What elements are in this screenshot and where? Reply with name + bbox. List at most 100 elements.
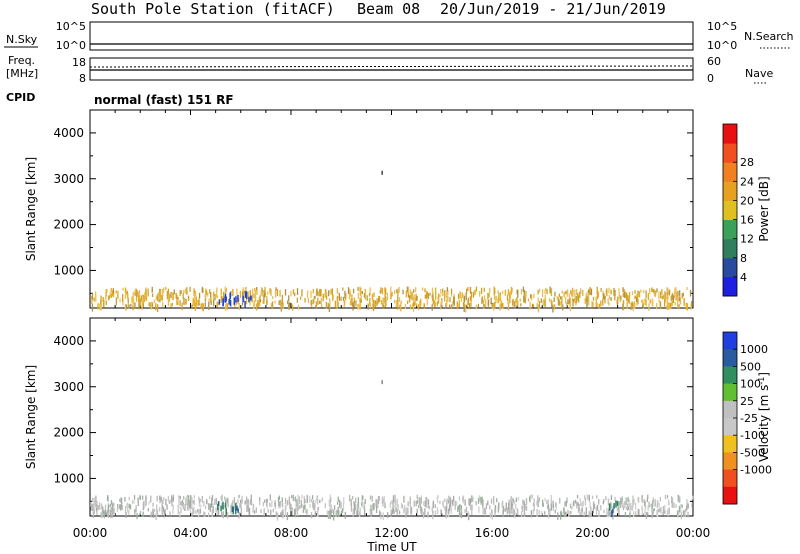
echo-point xyxy=(684,509,686,517)
nsky-label: N.Sky xyxy=(6,33,38,46)
echo-point xyxy=(616,507,618,512)
echo-point xyxy=(220,288,222,296)
echo-point xyxy=(631,302,634,307)
echo-point xyxy=(197,299,199,307)
echo-point xyxy=(163,287,165,293)
echo-point xyxy=(91,292,94,300)
echo-point xyxy=(666,300,668,304)
title-beam: Beam 08 xyxy=(357,0,420,18)
echo-point xyxy=(172,508,174,515)
echo-point xyxy=(208,495,211,500)
echo-point xyxy=(645,511,648,520)
echo-point xyxy=(668,507,670,514)
echo-point xyxy=(192,297,194,303)
strong-echo-point xyxy=(616,501,619,506)
echo-point xyxy=(472,291,475,298)
echo-point xyxy=(109,510,111,515)
echo-point xyxy=(665,292,667,300)
echo-point xyxy=(501,290,504,294)
echo-point xyxy=(340,502,342,508)
echo-point xyxy=(625,292,628,300)
echo-point xyxy=(658,299,660,303)
echo-point xyxy=(608,302,610,306)
echo-point xyxy=(630,302,632,310)
echo-point xyxy=(390,509,392,517)
x-tick-label: 00:00 xyxy=(73,526,108,540)
echo-point xyxy=(483,287,485,292)
echo-point xyxy=(660,507,662,514)
x-tick-label: 12:00 xyxy=(374,526,409,540)
echo-point xyxy=(144,292,146,297)
echo-point xyxy=(618,291,620,299)
echo-point xyxy=(406,300,409,305)
echo-point xyxy=(547,504,550,509)
power-panel-frame xyxy=(89,109,694,309)
echo-point xyxy=(186,287,188,295)
echo-point xyxy=(574,298,576,302)
echo-point xyxy=(507,289,510,296)
echo-point xyxy=(337,496,339,502)
echo-point xyxy=(624,503,626,509)
echo-point xyxy=(124,505,127,514)
echo-point xyxy=(274,502,276,508)
echo-point xyxy=(148,501,150,505)
x-axis-label: Time UT xyxy=(366,540,417,554)
echo-point xyxy=(441,291,444,297)
echo-point xyxy=(100,512,102,518)
echo-point xyxy=(240,507,242,514)
echo-point xyxy=(570,290,573,297)
echo-point xyxy=(550,495,552,502)
nsky-tick-lo: 10^0 xyxy=(56,39,86,52)
echo-point xyxy=(634,303,636,309)
echo-point xyxy=(425,503,428,508)
echo-point xyxy=(151,293,154,298)
colorbar-tick-label: 12 xyxy=(740,233,754,246)
strong-echo-point xyxy=(615,500,617,508)
echo-point xyxy=(511,497,513,502)
echo-point xyxy=(329,509,331,518)
colorbar-segment xyxy=(723,276,737,297)
echo-point xyxy=(325,301,328,309)
echo-point xyxy=(582,289,584,296)
echo-point xyxy=(289,501,291,510)
power-panel: 1000 2000 3000 4000 Slant Range [km] 4 8 12 16… xyxy=(24,109,771,313)
echo-point xyxy=(280,301,282,310)
echo-point xyxy=(93,497,95,506)
echo-point xyxy=(407,501,409,507)
echo-point xyxy=(132,299,134,307)
echo-point xyxy=(635,296,638,302)
echo-point xyxy=(102,297,104,302)
echo-point xyxy=(95,495,97,501)
echo-point xyxy=(504,289,506,296)
colorbar-segment xyxy=(723,238,737,259)
echo-point xyxy=(239,290,242,299)
echo-point xyxy=(553,297,555,302)
echo-point xyxy=(529,495,531,503)
echo-point xyxy=(454,500,456,507)
echo-point xyxy=(574,499,577,504)
echo-point xyxy=(184,298,186,306)
echo-point xyxy=(509,295,511,304)
echo-point xyxy=(631,505,633,511)
echo-point xyxy=(595,507,597,511)
echo-point xyxy=(409,294,411,299)
echo-point xyxy=(325,290,327,296)
echo-point xyxy=(498,502,500,507)
echo-point xyxy=(127,293,129,301)
echo-point xyxy=(238,494,240,499)
echo-point xyxy=(350,300,352,306)
echo-point xyxy=(564,501,566,507)
echo-point xyxy=(180,290,182,294)
echo-point xyxy=(407,286,410,295)
colorbar-tick-label: 28 xyxy=(740,156,754,169)
echo-point xyxy=(238,302,240,310)
echo-point xyxy=(614,289,616,297)
echo-point xyxy=(145,296,148,301)
echo-point xyxy=(102,509,104,515)
echo-point xyxy=(91,497,94,502)
echo-point xyxy=(647,494,649,499)
echo-point xyxy=(213,498,216,505)
echo-point xyxy=(510,286,513,295)
echo-point xyxy=(252,507,254,513)
echo-point xyxy=(553,304,556,310)
